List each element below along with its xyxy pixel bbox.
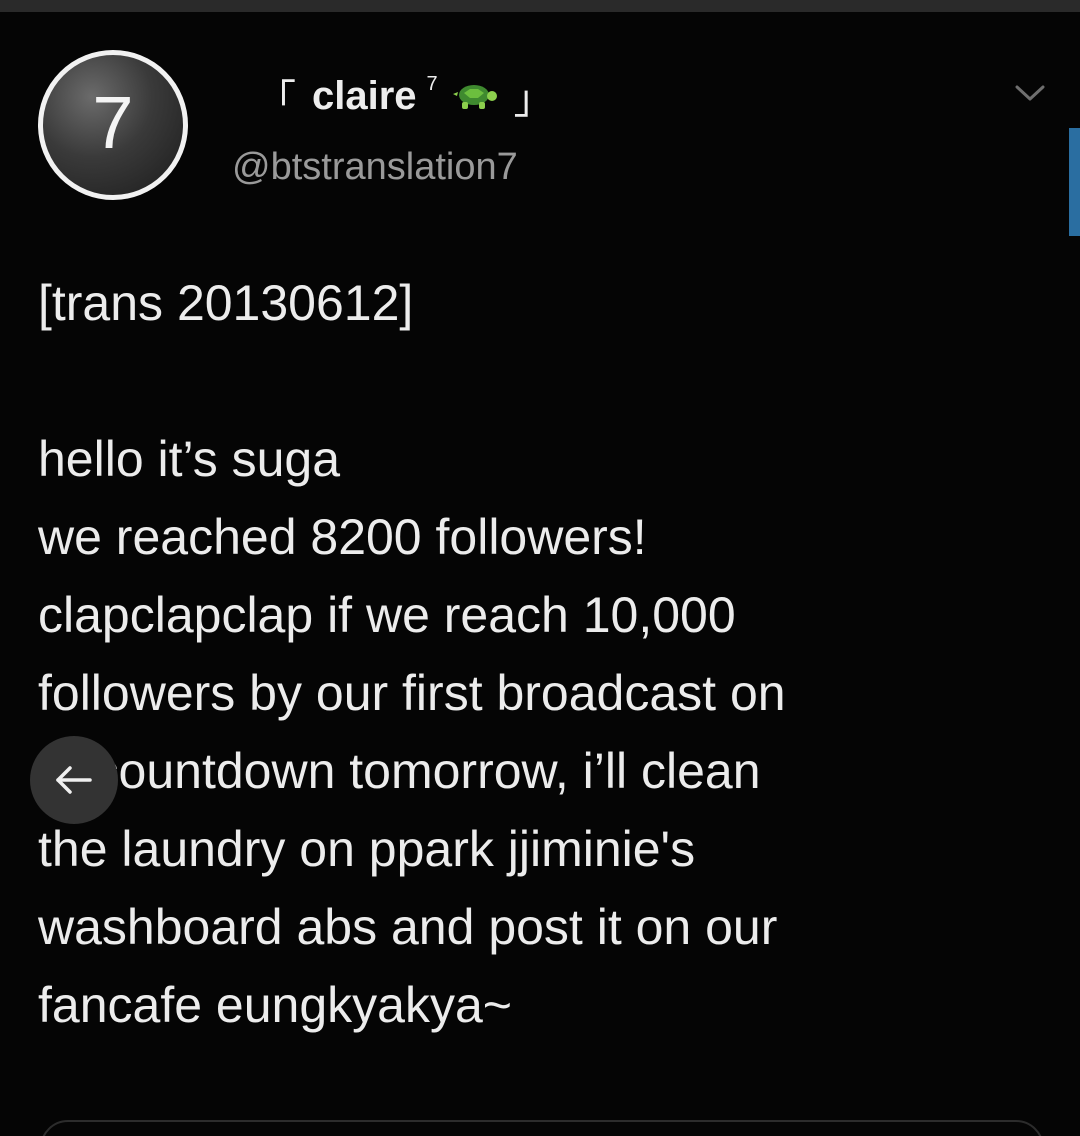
scrollbar-thumb[interactable]: [1069, 128, 1080, 236]
tweet-text: [trans 20130612] hello it’s suga we reac…: [38, 264, 1058, 1044]
quoted-content-card[interactable]: [40, 1120, 1044, 1136]
tweet-text-line: fancafe eungkyakya~: [38, 977, 512, 1033]
tweet-text-line: m countdown tomorrow, i’ll clean: [38, 743, 761, 799]
tweet-text-line: the laundry on ppark jjiminie's: [38, 821, 696, 877]
back-arrow-icon: [56, 766, 92, 794]
name-close-bracket: 」: [513, 78, 554, 122]
name-superscript: 7: [426, 72, 438, 95]
tweet-text-line: we reached 8200 followers!: [38, 509, 647, 565]
name-text: claire: [312, 73, 417, 118]
tweet-text-line: [trans 20130612]: [38, 275, 414, 331]
turtle-icon: [452, 85, 497, 109]
chevron-down-icon[interactable]: [1014, 82, 1046, 104]
name-open-bracket: 「: [256, 78, 296, 122]
back-button[interactable]: [30, 736, 118, 824]
tweet-text-line: hello it’s suga: [38, 431, 341, 487]
display-name[interactable]: 「 claire 7 」: [256, 72, 554, 123]
top-status-strip: [0, 0, 1080, 12]
tweet-text-line: washboard abs and post it on our: [38, 899, 778, 955]
avatar-text: 7: [92, 81, 134, 164]
user-handle[interactable]: @btstranslation7: [232, 146, 518, 189]
avatar[interactable]: 7: [38, 50, 188, 200]
tweet-card: 7 「 claire 7 」 @btstranslation7 [trans 2…: [0, 12, 1080, 1136]
tweet-text-line: clapclapclap if we reach 10,000: [38, 587, 736, 643]
tweet-text-line: followers by our first broadcast on: [38, 665, 786, 721]
